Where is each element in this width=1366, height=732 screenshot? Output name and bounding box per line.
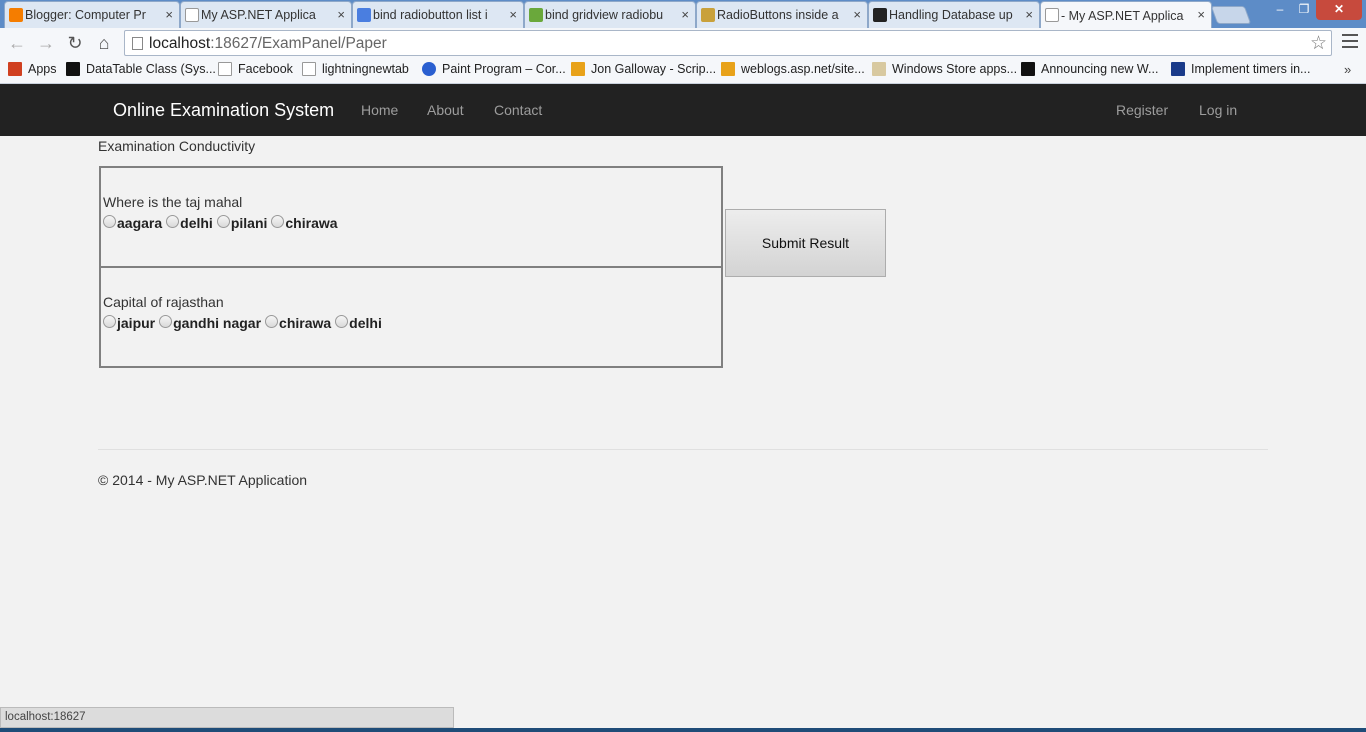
browser-tab[interactable]: RadioButtons inside a ×: [696, 1, 868, 28]
nav-link-register[interactable]: Register: [1116, 102, 1168, 118]
forward-arrow-icon[interactable]: →: [35, 32, 57, 54]
address-bar[interactable]: localhost:18627/ExamPanel/Paper ☆: [124, 30, 1332, 56]
bookmark-item[interactable]: DataTable Class (Sys...: [66, 62, 216, 76]
browser-tab[interactable]: bind gridview radiobu ×: [524, 1, 696, 28]
page-icon: [185, 8, 199, 22]
answer-option[interactable]: pilani: [216, 214, 267, 231]
store-icon: [872, 62, 886, 76]
home-icon[interactable]: ⌂: [93, 32, 115, 54]
reload-icon[interactable]: ↻: [64, 32, 86, 54]
browser-toolbar: ← → ↻ ⌂ localhost:18627/ExamPanel/Paper …: [0, 28, 1366, 58]
answer-option[interactable]: jaipur: [103, 314, 155, 331]
windows-icon: [571, 62, 585, 76]
browser-tab-strip: Blogger: Computer Pr × My ASP.NET Applic…: [0, 0, 1366, 29]
bookmark-item[interactable]: Apps: [8, 62, 57, 76]
page-icon: [1045, 8, 1059, 22]
windows-icon: [529, 8, 543, 22]
answer-option[interactable]: delhi: [335, 314, 382, 331]
browser-tab[interactable]: Blogger: Computer Pr ×: [4, 1, 180, 28]
footer-divider: [98, 449, 1268, 450]
question-cell: Capital of rajasthan jaipur gandhi nagar…: [99, 266, 723, 368]
n-icon: [1171, 62, 1185, 76]
answer-radio-list: aagara delhi pilani chirawa: [103, 214, 721, 231]
bookmark-item[interactable]: Windows Store apps...: [872, 62, 1017, 76]
bookmark-item[interactable]: Paint Program – Cor...: [422, 62, 566, 76]
answer-option[interactable]: aagara: [103, 214, 162, 231]
windows-icon: [721, 62, 735, 76]
back-arrow-icon[interactable]: ←: [6, 32, 28, 54]
close-tab-icon[interactable]: ×: [681, 7, 689, 22]
taskbar-edge: [0, 728, 1366, 732]
globe-icon: [422, 62, 436, 76]
footer-text: © 2014 - My ASP.NET Application: [98, 472, 308, 488]
bookmark-item[interactable]: Jon Galloway - Scrip...: [571, 62, 716, 76]
radio-button[interactable]: [159, 314, 173, 328]
msdn-icon: [66, 62, 80, 76]
close-tab-icon[interactable]: ×: [165, 7, 173, 22]
question-cell: Where is the taj mahal aagara delhi pila…: [99, 166, 723, 268]
bookmark-item[interactable]: lightningnewtab: [302, 62, 409, 76]
msdn-icon: [1021, 62, 1035, 76]
forum-icon: [701, 8, 715, 22]
nav-link-login[interactable]: Log in: [1199, 102, 1237, 118]
browser-tab[interactable]: Handling Database up ×: [868, 1, 1040, 28]
url-text[interactable]: localhost:18627/ExamPanel/Paper: [149, 35, 387, 53]
page-icon: [218, 62, 232, 76]
answer-option[interactable]: chirawa: [271, 214, 338, 231]
menu-icon[interactable]: [1342, 34, 1358, 48]
radio-button[interactable]: [103, 314, 116, 328]
answer-option[interactable]: delhi: [166, 214, 213, 231]
radio-button[interactable]: [216, 214, 230, 228]
browser-tab[interactable]: My ASP.NET Applica ×: [180, 1, 352, 28]
radio-button[interactable]: [166, 214, 180, 228]
bookmark-star-icon[interactable]: ☆: [1310, 32, 1327, 55]
bookmark-item[interactable]: Implement timers in...: [1171, 62, 1310, 76]
bookmarks-bar: Apps DataTable Class (Sys... Facebook li…: [0, 58, 1366, 84]
page-subtitle: Examination Conductivity: [98, 138, 256, 154]
bookmark-item[interactable]: Facebook: [218, 62, 293, 76]
google-icon: [357, 8, 371, 22]
minimize-icon[interactable]: –: [1268, 0, 1292, 20]
bookmark-item[interactable]: Announcing new W...: [1021, 62, 1158, 76]
site-navbar: Online Examination System Home About Con…: [0, 84, 1366, 136]
browser-tab[interactable]: bind radiobutton list i ×: [352, 1, 524, 28]
bookmark-item[interactable]: weblogs.asp.net/site...: [721, 62, 865, 76]
answer-radio-list: jaipur gandhi nagar chirawa delhi: [103, 314, 721, 331]
apps-icon: [8, 62, 22, 76]
question-text: Where is the taj mahal: [103, 194, 243, 210]
nav-link-contact[interactable]: Contact: [494, 102, 542, 118]
page-icon: [302, 62, 316, 76]
answer-option[interactable]: chirawa: [265, 314, 331, 331]
close-tab-icon[interactable]: ×: [1025, 7, 1033, 22]
close-tab-icon[interactable]: ×: [853, 7, 861, 22]
close-tab-icon[interactable]: ×: [1197, 7, 1205, 22]
radio-button[interactable]: [335, 314, 349, 328]
close-tab-icon[interactable]: ×: [509, 7, 517, 22]
blogger-icon: [9, 8, 23, 22]
radio-button[interactable]: [265, 314, 279, 328]
bookmarks-overflow-icon[interactable]: »: [1344, 62, 1351, 77]
restore-icon[interactable]: ❐: [1292, 0, 1316, 20]
page-icon: [132, 37, 143, 50]
new-tab-button[interactable]: [1210, 6, 1252, 24]
question-row: Where is the taj mahal aagara delhi pila…: [99, 166, 723, 268]
question-row: Capital of rajasthan jaipur gandhi nagar…: [99, 266, 723, 368]
question-text: Capital of rajasthan: [103, 294, 224, 310]
status-bubble: localhost:18627: [0, 707, 454, 728]
codeproject-icon: [873, 8, 887, 22]
nav-link-home[interactable]: Home: [361, 102, 398, 118]
window-close-icon[interactable]: ✕: [1316, 0, 1362, 20]
nav-link-about[interactable]: About: [427, 102, 464, 118]
questions-grid: Where is the taj mahal aagara delhi pila…: [99, 166, 723, 368]
answer-option[interactable]: gandhi nagar: [159, 314, 261, 331]
radio-button[interactable]: [103, 214, 116, 228]
radio-button[interactable]: [271, 214, 285, 228]
main-content: Examination Conductivity Where is the ta…: [0, 136, 1366, 732]
browser-tab-active[interactable]: - My ASP.NET Applica ×: [1040, 1, 1212, 29]
site-brand[interactable]: Online Examination System: [113, 100, 334, 121]
submit-result-button[interactable]: Submit Result: [725, 209, 886, 277]
close-tab-icon[interactable]: ×: [337, 7, 345, 22]
